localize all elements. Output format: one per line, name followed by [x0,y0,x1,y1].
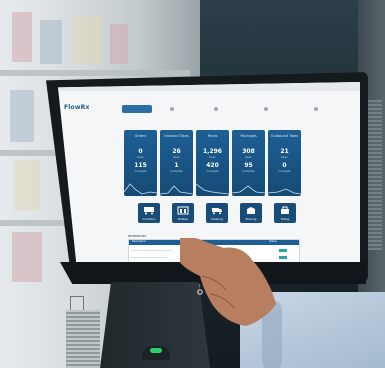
shelf-product [12,232,42,282]
app-logo: FlowRx [64,104,90,111]
shelf-product [110,24,128,64]
table-row[interactable] [131,250,171,251]
card-value: 0 [138,148,143,155]
status-badge [279,256,287,259]
sparkline [160,185,193,195]
nav-item[interactable] [170,107,174,111]
card-value: 26 [172,148,181,155]
device-grill [66,310,100,368]
card-title: Outbound Totes [270,134,299,138]
tile-label: Bottles [178,217,188,221]
monitor-screen: FlowRx Orders 0 Open 115 Complete Inboun… [58,82,360,262]
sparkline [268,188,301,195]
status-led [150,348,162,353]
shelf [0,70,190,76]
table-title: INTERFACES [128,234,147,238]
shelf-product [40,20,62,64]
tile-bottles[interactable]: Bottles [172,203,194,223]
top-nav [114,105,354,115]
card-sub: Complete [278,170,291,173]
tile-induction[interactable]: Induction [138,203,160,223]
kpi-card-orders[interactable]: Orders 0 Open 115 Complete [124,130,157,196]
sparkline [124,183,157,195]
card-value: 115 [134,162,147,169]
table-row[interactable] [131,257,167,258]
card-value: 95 [244,162,253,169]
pointing-hand [180,238,276,326]
card-title: Inbound Totes [164,134,189,138]
card-value: 1 [174,162,179,169]
card-sub: Open [137,156,144,159]
kpi-card-packages[interactable]: Packages 308 Open 95 Complete [232,130,265,196]
tote-icon [281,206,289,214]
sparkline [196,183,229,195]
sparkline [232,185,265,194]
kpi-card-packs[interactable]: Packs 1,296 Open 420 Complete [196,130,229,196]
tile-clearing[interactable]: Clearing [206,203,228,223]
conveyor-icon [144,207,154,215]
card-sub: Complete [242,170,255,173]
box-icon [247,207,255,214]
tile-label: Packing [245,217,257,221]
card-sub: Complete [134,170,147,173]
card-title: Packages [240,134,257,138]
tile-toting[interactable]: Toting [274,203,296,223]
kpi-card-outbound-totes[interactable]: Outbound Totes 21 Open 0 Complete [268,130,301,196]
card-sub: Complete [206,170,219,173]
tile-packing[interactable]: Packing [240,203,262,223]
shelf-product [10,90,34,142]
card-sub: Complete [170,170,183,173]
nav-item[interactable] [264,107,268,111]
card-sub: Open [245,156,252,159]
card-sub: Open [281,156,288,159]
tile-label: Induction [142,217,156,221]
nav-item[interactable] [214,107,218,111]
card-value: 1,296 [203,148,222,155]
card-value: 21 [280,148,289,155]
kpi-card-inbound-totes[interactable]: Inbound Totes 26 Open 1 Complete [160,130,193,196]
card-title: Orders [134,134,147,138]
nav-item-dashboard[interactable] [122,105,152,113]
shelf-product [12,12,32,62]
status-badge [279,249,287,252]
card-sub: Open [209,156,216,159]
bottles-icon [177,206,189,215]
nav-item[interactable] [314,107,318,111]
card-value: 308 [242,148,255,155]
card-value: 420 [206,162,219,169]
tile-label: Clearing [211,217,223,221]
card-title: Packs [207,134,218,138]
card-value: 0 [282,162,287,169]
shelf-product [14,160,40,210]
shelf-product [72,16,102,64]
photo-scene: FlowRx Orders 0 Open 115 Complete Inboun… [0,0,385,368]
column-header: Description [132,240,147,243]
tile-label: Toting [280,217,290,221]
truck-icon [212,208,222,215]
card-sub: Open [173,156,180,159]
